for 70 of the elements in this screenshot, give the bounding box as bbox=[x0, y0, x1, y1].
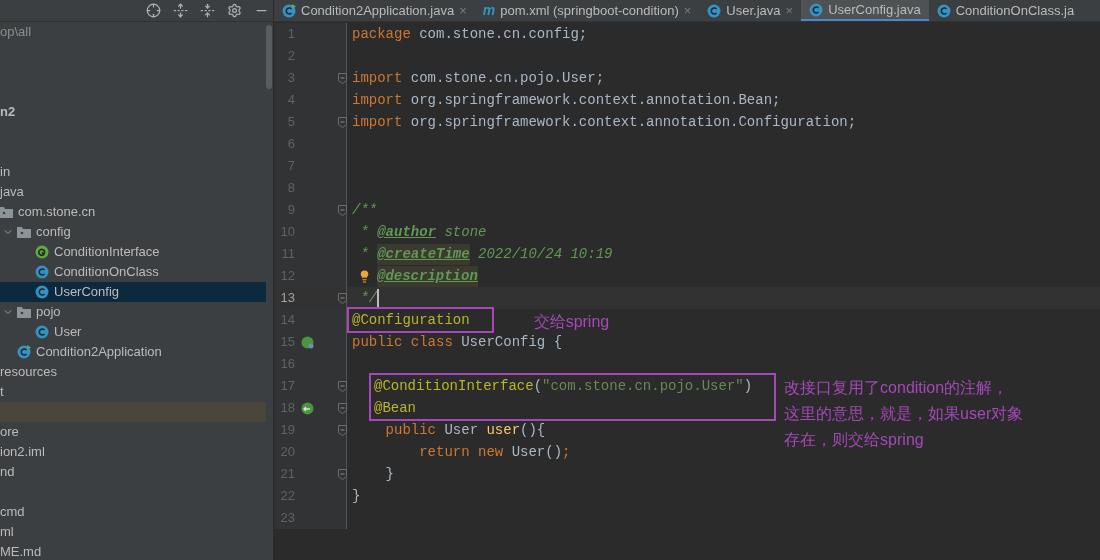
tree-label: ConditionInterface bbox=[54, 243, 160, 262]
tree-label: com.stone.cn bbox=[18, 203, 96, 222]
code-line: } bbox=[352, 486, 361, 506]
callout-note: 交给spring bbox=[533, 312, 610, 332]
tree-label: User bbox=[54, 323, 82, 342]
callout-note: 改接口复用了condition的注解， 这里的意思，就是，如果user对象 存在，则交给spring bbox=[784, 378, 1024, 450]
tree-item[interactable]: ion2.iml bbox=[0, 442, 266, 462]
code-line: public class UserConfig { bbox=[352, 332, 563, 352]
tree-item[interactable]: op\all bbox=[0, 22, 266, 42]
tree-label: resources bbox=[0, 363, 58, 382]
tree-item[interactable]: cmd bbox=[0, 502, 266, 522]
code-line: /** bbox=[352, 200, 378, 220]
tree-item[interactable]: com.stone.cn bbox=[0, 202, 266, 222]
editor-tab[interactable]: User.java × bbox=[699, 0, 802, 21]
code-line: import com.stone.cn.pojo.User; bbox=[352, 68, 605, 88]
code-line: */ bbox=[359, 288, 380, 309]
code-line: @Bean bbox=[374, 398, 416, 418]
tree-label: op\all bbox=[0, 23, 32, 42]
tree-label: n2 bbox=[0, 103, 16, 122]
maven-icon: m bbox=[482, 0, 496, 21]
editor-tab[interactable]: Condition2Application.java × bbox=[274, 0, 475, 21]
code-line: public User user(){ bbox=[384, 420, 546, 440]
tree-item[interactable]: config bbox=[0, 222, 266, 242]
tree-label: ion2.iml bbox=[0, 443, 45, 462]
tab-label: pom.xml (springboot-condition) bbox=[500, 1, 679, 20]
tree-item[interactable]: Condition2Application bbox=[0, 342, 266, 362]
code-line: @Configuration bbox=[352, 310, 470, 330]
line-number: 13 bbox=[279, 289, 295, 308]
tree-label: UserConfig bbox=[54, 283, 120, 302]
tree-label: ore bbox=[0, 423, 19, 442]
tab-label: UserConfig.java bbox=[828, 0, 921, 19]
editor-tab[interactable]: ConditionOnClass.ja bbox=[928, 0, 1083, 21]
tree-label: pojo bbox=[36, 303, 61, 322]
editor-tab[interactable]: m pom.xml (springboot-condition) × bbox=[474, 0, 700, 21]
tab-label: ConditionOnClass.ja bbox=[955, 1, 1075, 20]
code-line: import org.springframework.context.annotation.Configuration; bbox=[352, 112, 857, 132]
tree-item[interactable]: ME.md bbox=[0, 542, 266, 560]
code-line: @ConditionInterface("com.stone.cn.pojo.User") bbox=[374, 376, 753, 396]
tab-label: Condition2Application.java bbox=[301, 1, 455, 20]
code-line: return new User(); bbox=[418, 442, 571, 462]
code-line: package com.stone.cn.config; bbox=[352, 24, 588, 44]
tree-item[interactable]: resources bbox=[0, 362, 266, 382]
tree-item[interactable]: ore bbox=[0, 422, 266, 442]
tree-label: java bbox=[0, 183, 24, 202]
tree-item[interactable]: User bbox=[0, 322, 266, 342]
tree-item[interactable]: n2 bbox=[0, 102, 266, 122]
tree-item[interactable]: ml bbox=[0, 522, 266, 542]
tree-item[interactable]: nd bbox=[0, 462, 266, 482]
code-line: import org.springframework.context.annotation.Bean; bbox=[352, 90, 781, 110]
tree-label: ml bbox=[0, 523, 14, 542]
tree-item[interactable]: UserConfig bbox=[0, 282, 266, 302]
tree-label: nd bbox=[0, 463, 15, 482]
tree-item[interactable]: ConditionOnClass bbox=[0, 262, 266, 282]
tab-label: User.java bbox=[726, 1, 781, 20]
tree-label: ME.md bbox=[0, 543, 42, 560]
tree-label: cmd bbox=[0, 503, 25, 522]
tree-label: Condition2Application bbox=[36, 343, 162, 362]
code-line: } bbox=[384, 464, 394, 484]
code-line: * @createTime 2022/10/24 10:19 bbox=[352, 243, 613, 265]
tree-item[interactable]: in bbox=[0, 162, 266, 182]
tree-item[interactable]: java bbox=[0, 182, 266, 202]
tree-label: t bbox=[0, 383, 4, 402]
tree-label: config bbox=[36, 223, 71, 242]
tree-item[interactable]: pojo bbox=[0, 302, 266, 322]
editor-tab[interactable]: UserConfig.java bbox=[801, 0, 929, 21]
tree-item[interactable]: ConditionInterface bbox=[0, 242, 266, 262]
code-line: * @author stone bbox=[359, 222, 487, 242]
tree-label: ConditionOnClass bbox=[54, 263, 159, 282]
tree-label: in bbox=[0, 163, 11, 182]
tree-item[interactable]: t bbox=[0, 382, 266, 402]
